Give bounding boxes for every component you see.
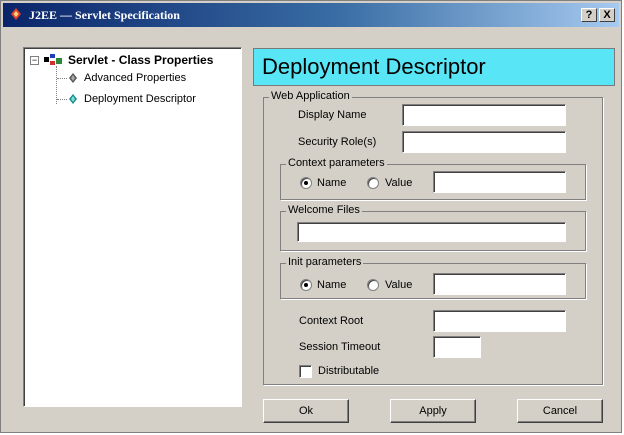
init-parameters-legend: Init parameters — [286, 256, 364, 268]
init-value-label[interactable]: Value — [385, 279, 412, 291]
help-button[interactable]: ? — [581, 8, 597, 22]
java-app-icon — [11, 8, 21, 20]
servlet-class-icon — [44, 54, 62, 65]
init-value-radio[interactable] — [367, 279, 379, 291]
init-name-label[interactable]: Name — [317, 279, 346, 291]
security-roles-label: Security Role(s) — [298, 136, 377, 148]
ok-button[interactable]: Ok — [263, 399, 349, 423]
session-timeout-input[interactable] — [433, 336, 481, 358]
init-name-radio[interactable] — [300, 279, 312, 291]
context-value-radio[interactable] — [367, 177, 379, 189]
init-parameter-input[interactable] — [433, 273, 566, 295]
radio-selected-dot — [304, 283, 308, 287]
distributable-label[interactable]: Distributable — [318, 365, 379, 377]
display-name-label: Display Name — [298, 109, 367, 121]
cancel-button[interactable]: Cancel — [517, 399, 603, 423]
tree-root-label[interactable]: Servlet - Class Properties — [68, 53, 213, 67]
tree-item-deployment-descriptor[interactable]: Deployment Descriptor — [84, 93, 196, 105]
title-bar[interactable]: J2EE — Servlet Specification ? X — [3, 3, 619, 27]
welcome-files-legend: Welcome Files — [286, 204, 362, 216]
distributable-checkbox[interactable] — [299, 365, 312, 378]
collapse-toggle[interactable]: − — [30, 56, 39, 65]
window-title: J2EE — Servlet Specification — [29, 8, 180, 22]
context-name-radio[interactable] — [300, 177, 312, 189]
tree-line — [57, 99, 67, 101]
radio-selected-dot — [304, 181, 308, 185]
section-header: Deployment Descriptor — [253, 48, 615, 86]
gem-icon — [69, 73, 77, 83]
welcome-files-input[interactable] — [297, 222, 566, 242]
tree-item-advanced-properties[interactable]: Advanced Properties — [84, 72, 186, 84]
context-root-label: Context Root — [299, 315, 364, 327]
gem-icon — [69, 94, 77, 104]
dialog-window: J2EE — Servlet Specification ? X − Servl… — [0, 0, 622, 433]
context-parameter-input[interactable] — [433, 171, 566, 193]
context-name-label[interactable]: Name — [317, 177, 346, 189]
context-root-input[interactable] — [433, 310, 566, 332]
context-value-label[interactable]: Value — [385, 177, 412, 189]
tree-line — [57, 78, 67, 80]
session-timeout-label: Session Timeout — [299, 341, 381, 353]
context-parameters-legend: Context parameters — [286, 157, 387, 169]
web-application-legend: Web Application — [269, 90, 352, 102]
display-name-input[interactable] — [402, 104, 566, 126]
apply-button[interactable]: Apply — [390, 399, 476, 423]
properties-tree[interactable]: − Servlet - Class Properties Advanced Pr… — [23, 47, 242, 407]
security-roles-input[interactable] — [402, 131, 566, 153]
close-button[interactable]: X — [599, 8, 615, 22]
